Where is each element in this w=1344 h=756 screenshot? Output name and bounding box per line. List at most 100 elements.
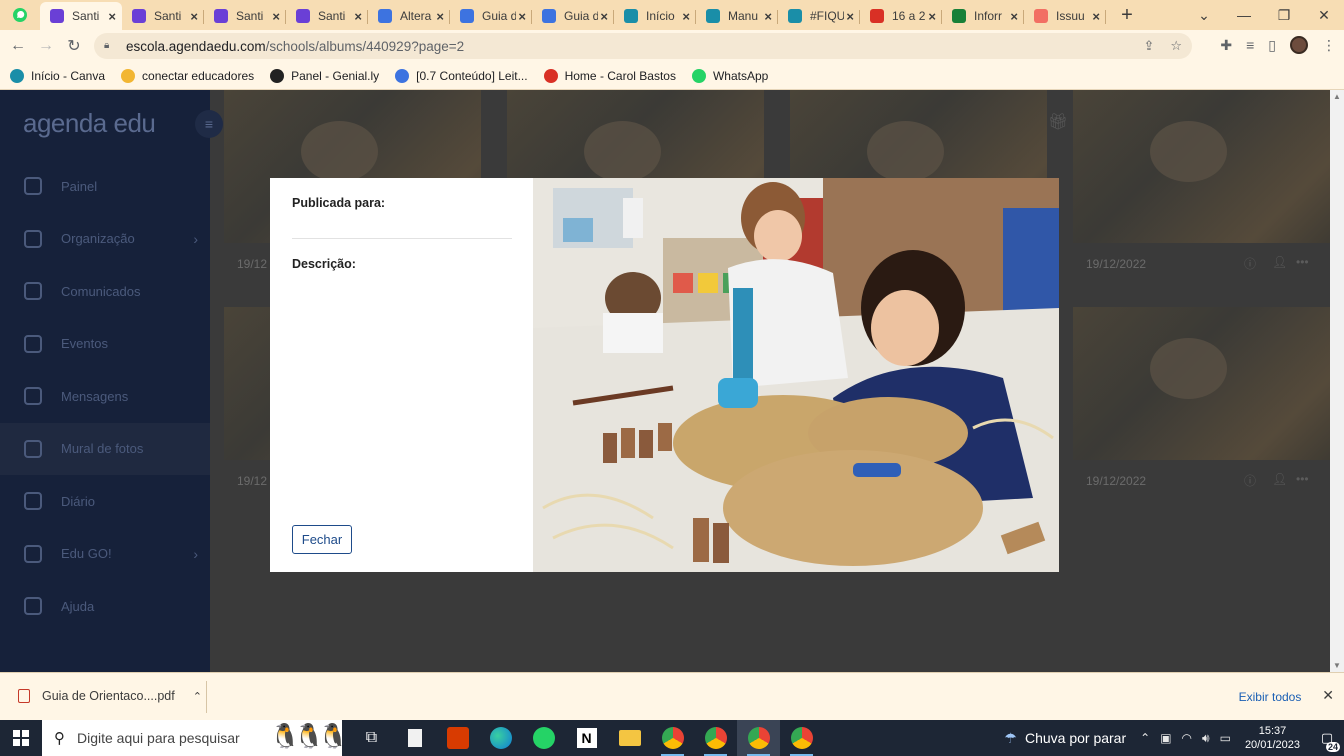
bookmark-item[interactable]: Início - Canva bbox=[10, 68, 105, 83]
close-tab-icon[interactable]: × bbox=[846, 9, 854, 24]
side-panel-icon[interactable]: ▯ bbox=[1268, 37, 1276, 54]
gift-icon[interactable]: 🎁︎ bbox=[1048, 112, 1068, 132]
more-options-icon[interactable]: ••• bbox=[1296, 255, 1309, 269]
brand-logo: agenda edu bbox=[23, 108, 156, 138]
start-button[interactable] bbox=[0, 720, 42, 756]
new-tab-button[interactable]: + bbox=[1112, 4, 1142, 27]
browser-tab[interactable]: Santi × bbox=[122, 2, 204, 30]
meet-now-icon[interactable]: ▣ bbox=[1160, 731, 1171, 745]
scroll-up-icon[interactable]: ▲ bbox=[1333, 92, 1341, 101]
chrome-active-icon[interactable] bbox=[737, 720, 780, 756]
collapse-menu-icon[interactable]: ≡ bbox=[195, 110, 223, 138]
address-bar[interactable]: 🔒︎ escola.agendaedu.com/schools/albums/4… bbox=[94, 33, 1192, 59]
browser-tab[interactable]: Issuu × bbox=[1024, 2, 1106, 30]
download-item[interactable]: Guia de Orientaco....pdf ⌃ bbox=[18, 689, 202, 703]
reload-button[interactable]: ↻ bbox=[60, 36, 88, 56]
close-window-button[interactable]: ✕ bbox=[1304, 7, 1344, 24]
weather-widget[interactable]: ☂ Chuva por parar bbox=[1004, 730, 1126, 747]
close-tab-icon[interactable]: × bbox=[600, 9, 608, 24]
browser-tab[interactable]: Guia d × bbox=[532, 2, 614, 30]
scroll-down-icon[interactable]: ▼ bbox=[1333, 661, 1341, 670]
bookmark-item[interactable]: Panel - Genial.ly bbox=[270, 68, 379, 83]
notification-center-icon[interactable]: ▢ 24 bbox=[1310, 720, 1344, 756]
close-tab-icon[interactable]: × bbox=[1010, 9, 1018, 24]
sidebar-item[interactable]: Diário bbox=[0, 475, 210, 528]
browser-tab[interactable]: Santi × bbox=[204, 2, 286, 30]
chrome-icon[interactable] bbox=[651, 720, 694, 756]
close-tab-icon[interactable]: × bbox=[928, 9, 936, 24]
office-icon[interactable] bbox=[436, 720, 479, 756]
browser-tab[interactable]: Guia d × bbox=[450, 2, 532, 30]
share-icon[interactable]: ⇪ bbox=[1143, 38, 1154, 54]
url-text[interactable]: escola.agendaedu.com/schools/albums/4409… bbox=[126, 39, 464, 54]
close-tab-icon[interactable]: × bbox=[436, 9, 444, 24]
close-tab-icon[interactable]: × bbox=[190, 9, 198, 24]
close-tab-icon[interactable]: × bbox=[272, 9, 280, 24]
page-scrollbar[interactable]: ▲ ▼ bbox=[1330, 90, 1344, 672]
browser-tab[interactable]: Manu × bbox=[696, 2, 778, 30]
bookmark-star-icon[interactable]: ☆ bbox=[1170, 38, 1182, 54]
volume-icon[interactable]: 🔊︎ bbox=[1202, 731, 1210, 746]
info-icon[interactable]: ⓘ bbox=[1244, 472, 1256, 489]
close-tab-icon[interactable]: × bbox=[354, 9, 362, 24]
browser-tab[interactable]: Santi × bbox=[40, 2, 122, 30]
menu-kebab-icon[interactable]: ⋮ bbox=[1322, 37, 1336, 54]
sidebar-item[interactable]: Eventos bbox=[0, 318, 210, 371]
extensions-icon[interactable]: ✚ bbox=[1220, 37, 1232, 54]
close-tab-icon[interactable]: × bbox=[108, 9, 116, 24]
file-explorer-icon[interactable] bbox=[608, 720, 651, 756]
show-hidden-icons-icon[interactable]: ⌃ bbox=[1140, 731, 1150, 745]
notepad-icon[interactable] bbox=[393, 720, 436, 756]
sidebar-item[interactable]: Organização › bbox=[0, 213, 210, 266]
minimize-button[interactable]: — bbox=[1224, 7, 1264, 23]
close-tab-icon[interactable]: × bbox=[764, 9, 772, 24]
wifi-icon[interactable]: ◠ bbox=[1182, 731, 1192, 745]
user-icon[interactable]: 👤︎ bbox=[1272, 255, 1287, 269]
browser-tab[interactable]: 16 a 2 × bbox=[860, 2, 942, 30]
profile-avatar[interactable] bbox=[1290, 36, 1308, 54]
edge-icon[interactable] bbox=[479, 720, 522, 756]
chrome-window-icon[interactable] bbox=[780, 720, 823, 756]
back-button[interactable]: ← bbox=[4, 37, 32, 55]
browser-tab[interactable]: Altera × bbox=[368, 2, 450, 30]
close-button[interactable]: Fechar bbox=[292, 525, 352, 554]
notion-icon[interactable]: N bbox=[565, 720, 608, 756]
forward-button[interactable]: → bbox=[32, 37, 60, 55]
photo-card-image[interactable] bbox=[1073, 90, 1330, 243]
info-icon[interactable]: ⓘ bbox=[1244, 255, 1256, 272]
taskbar-clock[interactable]: 15:37 20/01/2023 bbox=[1245, 724, 1300, 752]
tab-search-icon[interactable]: ⌄ bbox=[1184, 7, 1224, 24]
sidebar-item[interactable]: Ajuda bbox=[0, 580, 210, 633]
show-all-downloads-button[interactable]: Exibir todos bbox=[1229, 685, 1311, 709]
chevron-up-icon[interactable]: ⌃ bbox=[193, 690, 202, 703]
media-controls-icon[interactable]: ≡ bbox=[1246, 37, 1254, 53]
battery-icon[interactable]: ▭ bbox=[1220, 731, 1231, 745]
sidebar-item[interactable]: Mural de fotos bbox=[0, 422, 210, 475]
close-downloads-icon[interactable]: ✕ bbox=[1322, 687, 1334, 704]
sidebar-item[interactable]: Painel bbox=[0, 160, 210, 213]
bookmark-item[interactable]: conectar educadores bbox=[121, 68, 254, 83]
agenda-edu-icon bbox=[296, 9, 310, 23]
browser-tab[interactable]: #FIQU × bbox=[778, 2, 860, 30]
whatsapp-app-icon[interactable] bbox=[522, 720, 565, 756]
close-tab-icon[interactable]: × bbox=[682, 9, 690, 24]
close-tab-icon[interactable]: × bbox=[518, 9, 526, 24]
task-view-icon[interactable]: ⧉ bbox=[350, 720, 393, 756]
taskbar-search[interactable]: ⚲ Digite aqui para pesquisar 🐧🐧🐧 bbox=[42, 720, 348, 756]
user-icon[interactable]: 👤︎ bbox=[1272, 472, 1287, 486]
sidebar-item[interactable]: Edu GO! › bbox=[0, 528, 210, 581]
chrome-profile-icon[interactable] bbox=[694, 720, 737, 756]
photo-card-image[interactable] bbox=[1073, 307, 1330, 460]
more-options-icon[interactable]: ••• bbox=[1296, 472, 1309, 486]
sidebar-item[interactable]: Comunicados bbox=[0, 265, 210, 318]
maximize-button[interactable]: ❐ bbox=[1264, 7, 1304, 24]
bookmark-item[interactable]: [0.7 Conteúdo] Leit... bbox=[395, 68, 528, 83]
sidebar-item[interactable]: Mensagens bbox=[0, 370, 210, 423]
pinned-whatsapp-tab[interactable] bbox=[0, 0, 40, 30]
browser-tab[interactable]: Santi × bbox=[286, 2, 368, 30]
browser-tab[interactable]: Início × bbox=[614, 2, 696, 30]
bookmark-item[interactable]: WhatsApp bbox=[691, 68, 768, 83]
browser-tab[interactable]: Inforr × bbox=[942, 2, 1024, 30]
bookmark-item[interactable]: Home - Carol Bastos bbox=[543, 68, 676, 83]
close-tab-icon[interactable]: × bbox=[1092, 9, 1100, 24]
